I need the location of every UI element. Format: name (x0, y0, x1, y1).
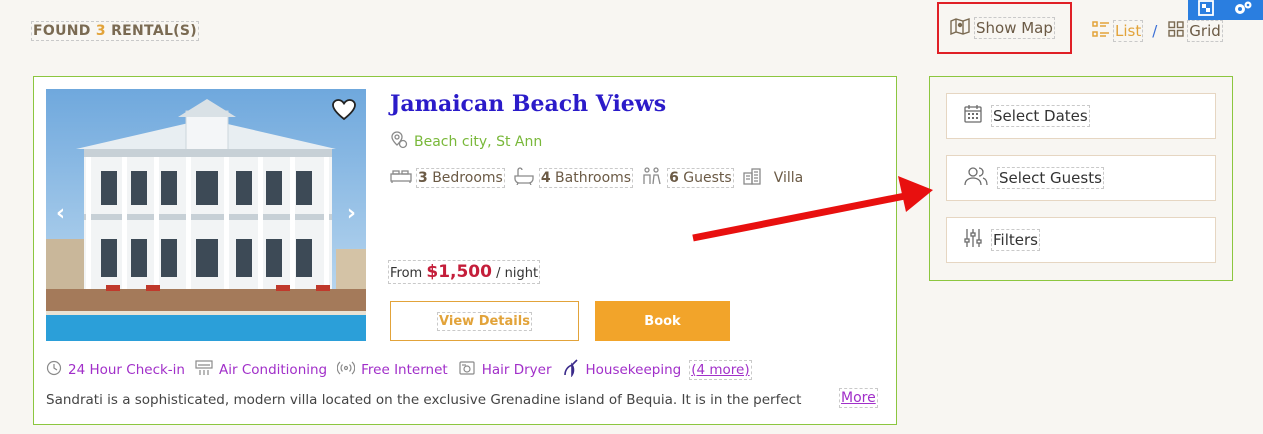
guests-label: Guests (683, 170, 732, 186)
show-map-button[interactable]: Show Map (937, 2, 1072, 54)
hair-dryer-icon (458, 360, 476, 380)
select-guests-label: Select Guests (997, 167, 1104, 189)
users-icon (963, 166, 989, 190)
feature-item: Free Internet (336, 360, 448, 380)
bed-icon (390, 168, 412, 188)
select-guests-button[interactable]: Select Guests (946, 155, 1216, 201)
grid-view-link[interactable]: Grid (1187, 20, 1223, 42)
bathrooms-label: Bathrooms (555, 170, 632, 186)
housekeeping-icon (562, 359, 580, 381)
found-count: 3 (95, 23, 106, 39)
wifi-signal-icon (336, 360, 356, 380)
bedrooms-count: 3 (418, 170, 428, 186)
location-pin-icon (390, 131, 408, 153)
building-icon (742, 167, 762, 189)
previous-photo-arrow-icon[interactable]: ‹ (56, 201, 65, 226)
feature-label: 24 Hour Check-in (68, 362, 185, 378)
features-list: 24 Hour Check-in Air Conditioning Free I… (46, 359, 752, 381)
guests-spec: 6 Guests (641, 167, 734, 189)
feature-label: Air Conditioning (219, 362, 328, 378)
found-suffix: RENTAL(S) (111, 23, 197, 39)
location-text: Beach city, St Ann (414, 134, 543, 150)
feature-item: Air Conditioning (195, 360, 327, 380)
rental-photo[interactable]: ‹ › (46, 89, 366, 341)
found-prefix: FOUND (33, 23, 91, 39)
rental-title[interactable]: Jamaican Beach Views (390, 91, 666, 117)
favorite-heart-icon[interactable] (332, 99, 356, 121)
feature-label: Hair Dryer (481, 362, 552, 378)
next-photo-arrow-icon[interactable]: › (347, 201, 356, 226)
bathrooms-count: 4 (540, 170, 551, 186)
description-more-link[interactable]: More (839, 388, 878, 408)
guests-icon (641, 167, 663, 189)
price-from-label: From (390, 266, 423, 281)
feature-item: Housekeeping (562, 359, 682, 381)
clock-icon (46, 360, 62, 380)
rental-specs: 3 Bedrooms 4 Bathrooms 6 Guests Villa (390, 167, 803, 189)
rental-description: Sandrati is a sophisticated, modern vill… (46, 392, 802, 408)
price-amount: $1,500 (426, 262, 492, 282)
bathtub-icon (513, 167, 535, 189)
list-icon[interactable] (1092, 21, 1110, 41)
show-map-label: Show Map (974, 17, 1055, 39)
bedrooms-spec: 3 Bedrooms (390, 168, 505, 188)
feature-label: Free Internet (361, 362, 448, 378)
feature-item: Hair Dryer (458, 360, 552, 380)
rental-card: ‹ › Jamaican Beach Views Beach city, St … (33, 76, 897, 425)
bedrooms-label: Bedrooms (432, 170, 503, 186)
filters-label: Filters (991, 229, 1040, 251)
select-dates-label: Select Dates (991, 105, 1090, 127)
property-type: Villa (773, 170, 804, 186)
grid-icon[interactable] (1168, 21, 1184, 41)
book-button[interactable]: Book (595, 301, 730, 341)
view-separator: / (1152, 22, 1158, 40)
bathrooms-spec: 4 Bathrooms (513, 167, 634, 189)
property-type-spec: Villa (742, 167, 804, 189)
more-features-link[interactable]: (4 more) (689, 360, 752, 380)
search-sidebar: Select Dates Select Guests Filters (929, 76, 1233, 281)
select-dates-button[interactable]: Select Dates (946, 93, 1216, 139)
rental-location: Beach city, St Ann (390, 131, 542, 153)
results-count: FOUND 3 RENTAL(S) (31, 21, 199, 41)
settings-icon[interactable] (1233, 0, 1253, 20)
layout-icon[interactable] (1197, 0, 1214, 20)
view-switcher: List / Grid (1092, 20, 1223, 42)
filters-button[interactable]: Filters (946, 217, 1216, 263)
calendar-icon (963, 104, 983, 128)
admin-toolbar (1188, 0, 1263, 20)
air-conditioner-icon (195, 360, 213, 380)
feature-item: 24 Hour Check-in (46, 360, 185, 380)
price-unit: / night (496, 266, 539, 281)
rental-price: From $1,500 / night (387, 260, 541, 284)
list-view-link[interactable]: List (1112, 20, 1144, 42)
view-details-button[interactable]: View Details (390, 301, 579, 341)
map-icon (950, 17, 970, 39)
view-details-label: View Details (437, 311, 532, 331)
guests-count: 6 (669, 170, 679, 186)
sliders-icon (963, 228, 983, 252)
feature-label: Housekeeping (585, 362, 682, 378)
